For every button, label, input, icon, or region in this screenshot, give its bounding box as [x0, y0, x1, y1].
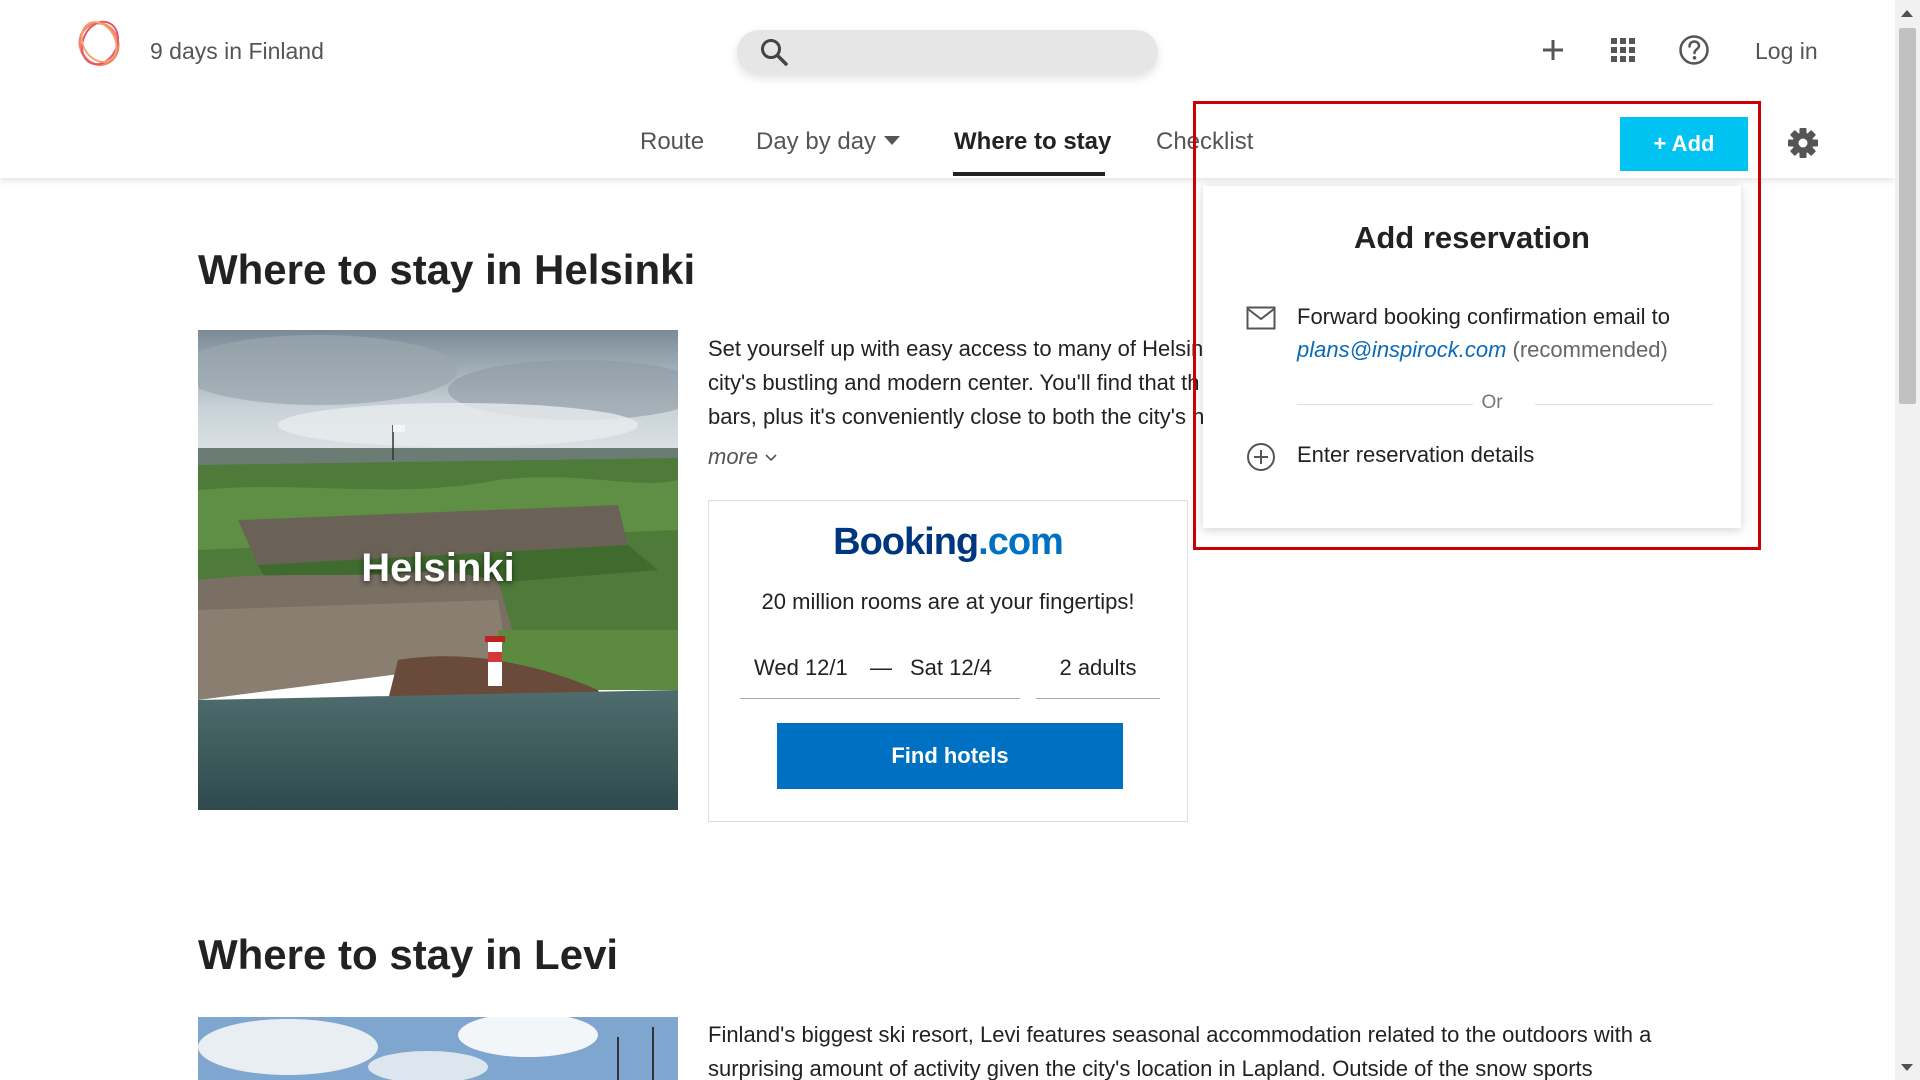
check-out-date[interactable]: Sat 12/4: [910, 655, 992, 681]
booking-tagline: 20 million rooms are at your fingertips!: [761, 589, 1135, 614]
helsinki-desc-line: Set yourself up with easy access to many…: [708, 336, 1208, 361]
gear-icon[interactable]: [1786, 126, 1820, 160]
scroll-up-arrow-icon[interactable]: [1901, 10, 1913, 17]
levi-description: Finland's biggest ski resort, Levi featu…: [708, 1018, 1858, 1080]
active-tab-indicator: [953, 172, 1105, 176]
levi-section-title: Where to stay in Levi: [198, 931, 619, 978]
search-icon: [761, 39, 788, 66]
popup-title: Add reservation: [1353, 220, 1590, 255]
inspirock-logo-icon[interactable]: [72, 15, 126, 69]
caret-down-icon: [884, 136, 901, 146]
helsinki-image[interactable]: Helsinki: [198, 330, 678, 810]
more-link[interactable]: more: [708, 444, 778, 470]
check-in-date[interactable]: Wed 12/1: [754, 655, 848, 681]
plus-circle-icon[interactable]: [1246, 442, 1276, 472]
tab-checklist[interactable]: Checklist: [1156, 128, 1253, 156]
more-label: more: [708, 444, 759, 469]
trip-title[interactable]: 9 days in Finland: [150, 38, 324, 65]
scroll-thumb[interactable]: [1899, 28, 1916, 404]
header: 9 days in Finland Log in Route Day by da…: [0, 0, 1895, 178]
enter-reservation-details-link[interactable]: Enter reservation details: [1297, 442, 1534, 468]
forward-email-address[interactable]: plans@inspirock.com: [1297, 337, 1506, 362]
levi-desc-line: surprising amount of activity given the …: [708, 1056, 1593, 1080]
help-icon[interactable]: [1678, 34, 1710, 66]
booking-logo-main: Booking: [833, 521, 979, 563]
search-input[interactable]: [737, 30, 1158, 74]
levi-image[interactable]: [198, 1017, 678, 1080]
tab-route[interactable]: Route: [640, 128, 704, 156]
forward-email-text: Forward booking confirmation email to: [1297, 304, 1670, 329]
booking-logo[interactable]: Booking.com: [709, 521, 1187, 564]
grid-icon[interactable]: [1607, 34, 1639, 66]
forward-email-link[interactable]: plans@inspirock.com (recommended): [1297, 337, 1668, 363]
tab-where-to-stay[interactable]: Where to stay: [954, 128, 1111, 156]
chevron-down-icon: [765, 454, 777, 462]
scroll-down-arrow-icon[interactable]: [1901, 1064, 1913, 1071]
booking-widget: Booking.com 20 million rooms are at your…: [708, 500, 1188, 822]
tab-day-by-day-label: Day by day: [756, 128, 877, 155]
scrollbar[interactable]: [1895, 0, 1920, 1080]
levi-desc-line: Finland's biggest ski resort, Levi featu…: [708, 1022, 1652, 1047]
helsinki-image-label: Helsinki: [361, 546, 515, 590]
add-button[interactable]: + Add: [1620, 117, 1748, 171]
login-link[interactable]: Log in: [1755, 38, 1818, 65]
add-reservation-popup: Add reservation Forward booking confirma…: [1203, 186, 1741, 528]
tab-day-by-day[interactable]: Day by day: [756, 128, 901, 156]
plus-icon[interactable]: [1537, 34, 1569, 66]
find-hotels-button[interactable]: Find hotels: [777, 723, 1123, 789]
or-label: Or: [1481, 392, 1503, 413]
helsinki-desc-line: bars, plus it's conveniently close to bo…: [708, 404, 1205, 429]
guests-field[interactable]: 2 adults: [1036, 641, 1160, 699]
date-separator: —: [870, 655, 892, 680]
helsinki-section-title: Where to stay in Helsinki: [198, 246, 696, 293]
helsinki-description: Set yourself up with easy access to many…: [708, 332, 1208, 434]
date-range-field[interactable]: Wed 12/1 — Sat 12/4: [740, 641, 1020, 699]
divider-right: [1535, 404, 1713, 405]
booking-logo-tld: .com: [978, 521, 1064, 563]
levi-photo: [198, 1017, 678, 1080]
recommended-note: (recommended): [1506, 337, 1668, 362]
helsinki-desc-line: city's bustling and modern center. You'l…: [708, 370, 1200, 395]
mail-icon: [1246, 306, 1276, 330]
